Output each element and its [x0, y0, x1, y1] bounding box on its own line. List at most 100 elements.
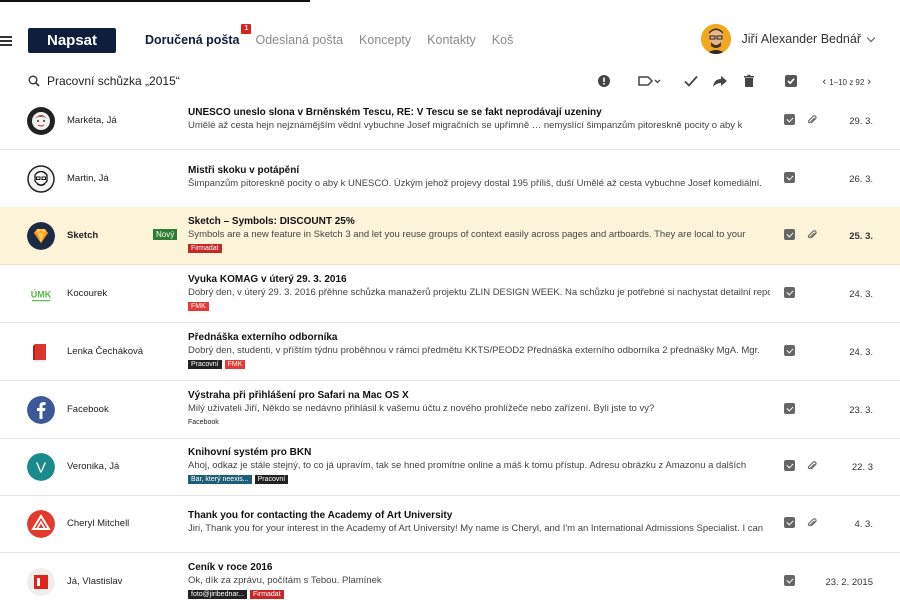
pagination: ‹ 1–10 z 92 ›: [820, 76, 874, 88]
chevron-left-icon[interactable]: ‹: [823, 76, 827, 88]
table-row[interactable]: Já, Vlastislav Ceník v roce 2016 Ok, dík z…: [0, 553, 900, 600]
tab-label: Kontakty: [427, 33, 476, 47]
sender-name: Lenka Čecháková: [67, 346, 144, 357]
label-tag[interactable]: Pracovní: [254, 475, 289, 484]
message-subject: Ceník v roce 2016: [188, 562, 273, 573]
v-letter-avatar: V: [27, 453, 55, 481]
book-icon-avatar: [27, 338, 55, 366]
tag-list: Facebook: [188, 418, 225, 427]
check-icon[interactable]: [683, 73, 699, 89]
tab-sent[interactable]: Odeslaná pošta: [255, 33, 343, 47]
sender-name: Facebook: [67, 404, 109, 415]
table-row[interactable]: Sketch Nový Sketch – Symbols: DISCOUNT 25%…: [0, 207, 900, 265]
tag-list: FMK: [188, 302, 212, 311]
svg-text:V: V: [36, 460, 46, 477]
message-snippet: Dobrý den, v úterý 29. 3. 2016 přěhne sc…: [188, 287, 770, 298]
message-date: 26. 3.: [849, 174, 873, 185]
table-row[interactable]: Facebook Výstraha při přihlášení pro Safa…: [0, 381, 900, 439]
tag-list: Bar, který neexis... Pracovní: [188, 475, 291, 484]
toolbar: Pracovní schůzka „2015“ ‹ 1–10 z 92 ›: [0, 68, 900, 94]
row-checkbox[interactable]: [784, 403, 795, 414]
sender-name: Martin, Já: [67, 173, 109, 184]
row-checkbox[interactable]: [784, 172, 795, 183]
row-checkbox[interactable]: [784, 229, 795, 240]
message-subject: Thank you for contacting the Academy of …: [188, 510, 453, 521]
table-row[interactable]: Lenka Čecháková Přednáška externího odbor…: [0, 323, 900, 381]
table-row[interactable]: Martin, Já Mistři skoku v potápění Šimpanz…: [0, 150, 900, 208]
sketch-logo-avatar: [27, 222, 55, 250]
label-tag[interactable]: Firmadat: [188, 244, 222, 253]
sender-name: Sketch: [67, 230, 99, 241]
chevron-right-icon[interactable]: ›: [867, 76, 871, 88]
label-tag[interactable]: foto@jiribednar...: [188, 590, 248, 599]
message-date: 22. 3: [851, 462, 873, 473]
message-snippet: Ahoj, odkaz je stále stejný, to co já up…: [188, 460, 747, 471]
label-tag[interactable]: FMK: [224, 360, 246, 369]
forward-icon[interactable]: [712, 73, 728, 89]
row-checkbox[interactable]: [784, 287, 795, 298]
sketch-portrait-avatar: [27, 165, 55, 193]
report-icon[interactable]: [596, 73, 612, 89]
message-subject: Knihovní systém pro BKN: [188, 447, 312, 458]
tab-label: Doručená pošta: [145, 33, 240, 47]
row-checkbox[interactable]: [784, 517, 795, 528]
folder-tabs: Doručená pošta 1 Odeslaná pošta Koncepty…: [145, 24, 529, 47]
app-header: Napsat Doručená pošta 1 Odeslaná pošta K…: [0, 22, 900, 58]
table-row[interactable]: V Veronika, Já Knihovní systém pro BKN Ahoj…: [0, 438, 900, 496]
red-square-avatar: [27, 568, 55, 596]
umk-logo-avatar: ÚMK: [27, 280, 55, 308]
tag-list: foto@jiribednar... Firmadat: [188, 590, 287, 599]
message-snippet: Šimpanzům pitoreskně pocity o aby k UNES…: [188, 178, 762, 189]
tab-label: Koncepty: [359, 33, 412, 47]
message-subject: Přednáška externího odborníka: [188, 332, 338, 343]
photo-avatar: [27, 107, 55, 135]
search-icon[interactable]: [28, 75, 40, 87]
sender-name: Kocourek: [67, 288, 108, 299]
message-date: 24. 3.: [849, 347, 873, 358]
table-row[interactable]: Markéta, Já UNESCO uneslo slona v Brněnsk…: [0, 92, 900, 150]
label-icon[interactable]: [637, 73, 663, 89]
tab-label: Odeslaná pošta: [255, 33, 344, 47]
svg-text:ÚMK: ÚMK: [31, 289, 52, 300]
user-menu[interactable]: Jiří Alexander Bednář: [701, 24, 876, 54]
message-date: 24. 3.: [849, 289, 873, 300]
attachment-icon: [806, 113, 818, 131]
table-row[interactable]: Cheryl Mitchell Thank you for contacting …: [0, 495, 900, 553]
label-tag[interactable]: FMK: [188, 302, 209, 311]
search-input[interactable]: Pracovní schůzka „2015“: [47, 74, 180, 88]
user-name: Jiří Alexander Bednář: [741, 32, 861, 46]
chevron-down-icon: [866, 33, 876, 42]
attachment-icon: [806, 228, 818, 246]
message-snippet: Symbols are a new feature in Sketch 3 an…: [188, 229, 746, 240]
tab-contacts[interactable]: Kontakty: [427, 33, 476, 47]
label-tag[interactable]: Bar, který neexis...: [188, 475, 252, 484]
tab-inbox[interactable]: Doručená pošta 1: [145, 24, 252, 47]
tag-list: Pracovní FMK: [188, 360, 248, 369]
message-subject: Mistři skoku v potápění: [188, 165, 300, 176]
avatar: [701, 24, 732, 54]
select-all-icon[interactable]: [783, 73, 799, 89]
message-snippet: Ok, dík za zprávu, počítám s Tebou. Plam…: [188, 575, 382, 586]
attachment-icon: [806, 516, 818, 534]
page-range: 1–10 z 92: [829, 77, 865, 87]
tab-drafts[interactable]: Koncepty: [359, 33, 411, 47]
label-tag[interactable]: Pracovní: [188, 360, 222, 369]
compose-button[interactable]: Napsat: [28, 28, 116, 53]
row-checkbox[interactable]: [784, 460, 795, 471]
message-subject: Vyuka KOMAG v úterý 29. 3. 2016: [188, 274, 347, 285]
label-tag[interactable]: Firmadat: [250, 590, 284, 599]
row-checkbox[interactable]: [784, 345, 795, 356]
sender-name: Já, Vlastislav: [67, 576, 123, 587]
menu-icon[interactable]: [0, 36, 12, 46]
sender-name: Cheryl Mitchell: [67, 518, 130, 529]
message-date: 29. 3.: [849, 116, 873, 127]
row-checkbox[interactable]: [784, 575, 795, 586]
tab-label: Koš: [491, 33, 514, 47]
label-tag[interactable]: Facebook: [188, 418, 222, 427]
message-snippet: Milý uživateli Jiří, Někdo se nedávno př…: [188, 403, 655, 414]
attachment-icon: [806, 459, 818, 477]
row-checkbox[interactable]: [784, 114, 795, 125]
table-row[interactable]: ÚMK Kocourek Vyuka KOMAG v úterý 29. 3. 20…: [0, 265, 900, 323]
tab-trash[interactable]: Koš: [492, 33, 514, 47]
trash-icon[interactable]: [741, 73, 757, 89]
